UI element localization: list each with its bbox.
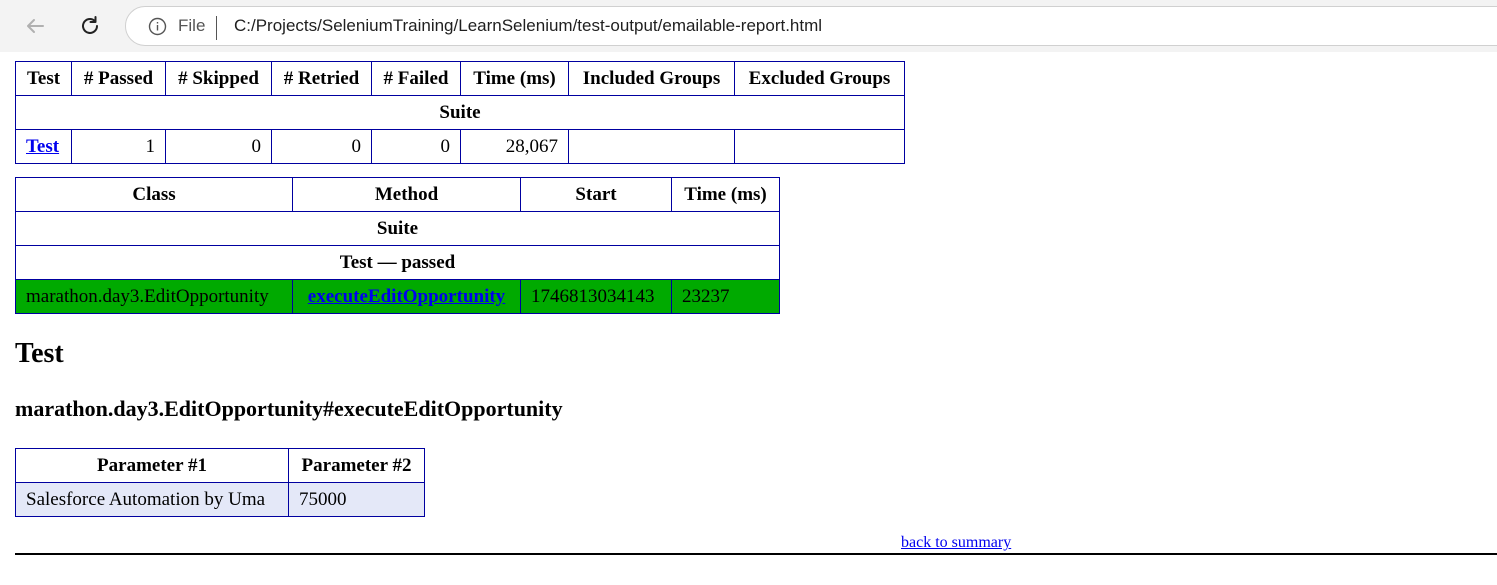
test-status-row: Test — passed <box>15 245 780 280</box>
params-header-row: Parameter #1 Parameter #2 <box>15 448 425 483</box>
header-included-groups: Included Groups <box>568 61 735 96</box>
header-excluded-groups: Excluded Groups <box>734 61 905 96</box>
suite-summary-table: Test # Passed # Skipped # Retried # Fail… <box>15 61 905 164</box>
header-passed: # Passed <box>71 61 166 96</box>
header-time: Time (ms) <box>460 61 569 96</box>
divider-line <box>15 553 1497 555</box>
header-skipped: # Skipped <box>165 61 272 96</box>
start-time: 1746813034143 <box>520 279 672 314</box>
included-groups-value <box>568 129 735 164</box>
parameter-1-value: Salesforce Automation by Uma <box>15 482 289 517</box>
header-method-time: Time (ms) <box>671 177 780 212</box>
total-time: 28,067 <box>460 129 569 164</box>
method-time: 23237 <box>671 279 780 314</box>
methods-suite-label: Suite <box>15 211 780 246</box>
retried-count: 0 <box>271 129 372 164</box>
back-button[interactable] <box>17 8 53 44</box>
test-heading: Test <box>15 338 64 369</box>
suite-row: Suite <box>15 95 905 130</box>
parameters-table: Parameter #1 Parameter #2 Salesforce Aut… <box>15 448 425 517</box>
passed-count: 1 <box>71 129 166 164</box>
header-method: Method <box>292 177 521 212</box>
method-link[interactable]: executeEditOpportunity <box>308 286 505 307</box>
url-separator <box>216 16 217 40</box>
test-status-label: Test — passed <box>15 245 780 280</box>
back-to-summary-link[interactable]: back to summary <box>901 534 1011 552</box>
methods-suite-row: Suite <box>15 211 780 246</box>
failed-count: 0 <box>371 129 461 164</box>
method-cell: executeEditOpportunity <box>292 279 521 314</box>
parameter-2-value: 75000 <box>288 482 425 517</box>
reload-button[interactable] <box>72 8 108 44</box>
file-scheme-label: File <box>178 16 206 35</box>
method-result-row: marathon.day3.EditOpportunity executeEdi… <box>15 279 780 314</box>
report-page: Test # Passed # Skipped # Retried # Fail… <box>0 52 1497 585</box>
methods-table: Class Method Start Time (ms) Suite Test … <box>15 177 780 314</box>
reload-icon <box>82 16 98 34</box>
summary-header-row: Test # Passed # Skipped # Retried # Fail… <box>15 61 905 96</box>
suite-label: Suite <box>15 95 905 130</box>
browser-toolbar: File C:/Projects/SeleniumTraining/LearnS… <box>0 0 1497 52</box>
test-cell: Test <box>15 129 72 164</box>
header-failed: # Failed <box>371 61 461 96</box>
url-text[interactable]: C:/Projects/SeleniumTraining/LearnSeleni… <box>234 16 822 36</box>
header-retried: # Retried <box>271 61 372 96</box>
method-heading: marathon.day3.EditOpportunity#executeEdi… <box>15 396 563 421</box>
header-parameter-1: Parameter #1 <box>15 448 289 483</box>
header-start: Start <box>520 177 672 212</box>
back-arrow-icon <box>27 19 44 33</box>
header-test: Test <box>15 61 72 96</box>
class-name: marathon.day3.EditOpportunity <box>15 279 293 314</box>
header-parameter-2: Parameter #2 <box>288 448 425 483</box>
params-value-row: Salesforce Automation by Uma 75000 <box>15 482 425 517</box>
skipped-count: 0 <box>165 129 272 164</box>
info-icon[interactable] <box>148 17 167 36</box>
methods-header-row: Class Method Start Time (ms) <box>15 177 780 212</box>
test-link[interactable]: Test <box>26 136 59 157</box>
header-class: Class <box>15 177 293 212</box>
summary-data-row: Test 1 0 0 0 28,067 <box>15 129 905 164</box>
excluded-groups-value <box>734 129 905 164</box>
address-bar[interactable]: File C:/Projects/SeleniumTraining/LearnS… <box>125 6 1497 46</box>
